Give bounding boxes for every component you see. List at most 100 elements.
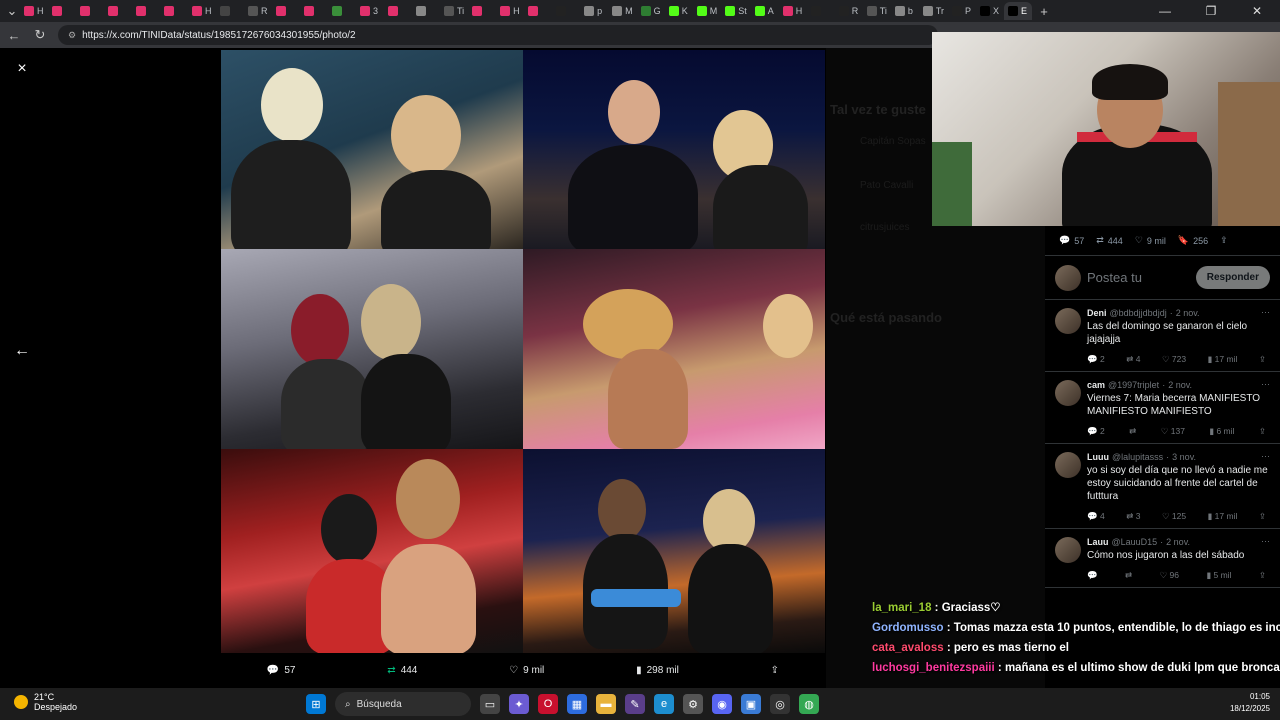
panel-bookmarks[interactable]: 🔖 256 xyxy=(1178,235,1208,246)
comment-item[interactable]: Lauu @LauuD15 · 2 nov. Cómo nos jugaron a la… xyxy=(1045,529,1280,588)
comment-date[interactable]: 2 nov. xyxy=(1166,537,1190,547)
browser-tab[interactable] xyxy=(48,2,76,20)
browser-tab[interactable]: R xyxy=(835,2,863,20)
browser-tab[interactable]: Tr xyxy=(919,2,948,20)
file-explorer-icon[interactable]: ▬ xyxy=(596,694,616,714)
avatar[interactable] xyxy=(1055,537,1081,563)
browser-tab[interactable]: M xyxy=(693,2,722,20)
comment-replies[interactable]: 💬 2 xyxy=(1087,426,1105,437)
chat-username[interactable]: Gordomusso xyxy=(872,622,944,634)
more-options-icon[interactable]: ··· xyxy=(1261,379,1270,389)
browser-tab[interactable]: K xyxy=(665,2,693,20)
avatar[interactable] xyxy=(1055,380,1081,406)
browser-tab[interactable]: M xyxy=(608,2,637,20)
comment-item[interactable]: Deni @bdbdjjdbdjdj · 2 nov. Las del domingo … xyxy=(1045,300,1280,372)
more-options-icon[interactable]: ··· xyxy=(1261,451,1270,461)
browser-tab[interactable] xyxy=(468,2,496,20)
replies-stat[interactable]: 💬 57 xyxy=(267,665,296,676)
browser-tab[interactable] xyxy=(552,2,580,20)
comment-views[interactable]: ▮ 17 mil xyxy=(1208,511,1238,522)
browser-tab[interactable]: G xyxy=(637,2,665,20)
discord-icon[interactable]: ◉ xyxy=(712,694,732,714)
comment-date[interactable]: 2 nov. xyxy=(1168,380,1192,390)
browser-tab[interactable] xyxy=(300,2,328,20)
share-icon[interactable]: ⇪ xyxy=(1259,570,1266,581)
share-icon[interactable]: ⇪ xyxy=(1259,511,1266,522)
reply-input[interactable]: Postea tu xyxy=(1087,270,1190,285)
settings-icon[interactable]: ⚙ xyxy=(683,694,703,714)
comment-likes[interactable]: ♡ 723 xyxy=(1162,354,1186,365)
comment-date[interactable]: 2 nov. xyxy=(1176,308,1200,318)
browser-tab[interactable]: b xyxy=(891,2,919,20)
comment-likes[interactable]: ♡ 96 xyxy=(1160,570,1179,581)
browser-tab[interactable]: Ti xyxy=(863,2,891,20)
share-stat[interactable]: ⇪ xyxy=(771,665,779,676)
browser-tab[interactable]: A xyxy=(751,2,779,20)
comment-reposts[interactable]: ⇄ 3 xyxy=(1126,511,1140,522)
panel-replies[interactable]: 💬 57 xyxy=(1059,235,1084,246)
comment-likes[interactable]: ♡ 125 xyxy=(1162,511,1186,522)
browser-tab[interactable] xyxy=(160,2,188,20)
close-icon[interactable]: × xyxy=(8,55,36,83)
browser-tab[interactable]: H xyxy=(188,2,216,20)
chat-username[interactable]: luchosgi_benitezspaiii xyxy=(872,662,995,674)
comment-likes[interactable]: ♡ 137 xyxy=(1161,426,1185,437)
reply-button[interactable]: Responder xyxy=(1195,266,1270,289)
maximize-button[interactable]: ❐ xyxy=(1188,4,1234,18)
comment-views[interactable]: ▮ 6 mil xyxy=(1209,426,1234,437)
new-tab-button[interactable]: + xyxy=(1036,4,1052,19)
avatar[interactable] xyxy=(1055,308,1081,334)
comment-handle[interactable]: @LauuD15 xyxy=(1112,537,1158,547)
browser-tab[interactable]: E xyxy=(1004,2,1033,20)
avatar[interactable] xyxy=(1055,452,1081,478)
store-icon[interactable]: ▦ xyxy=(567,694,587,714)
browser-tab[interactable] xyxy=(524,2,552,20)
comment-reposts[interactable]: ⇄ xyxy=(1129,426,1136,437)
panel-reposts[interactable]: ⇄ 444 xyxy=(1096,235,1123,246)
browser-tab[interactable]: Ti xyxy=(440,2,468,20)
comment-author[interactable]: cam xyxy=(1087,380,1105,390)
comment-author[interactable]: Lauu xyxy=(1087,537,1109,547)
obs-icon[interactable]: ◎ xyxy=(770,694,790,714)
browser-tab[interactable] xyxy=(104,2,132,20)
share-icon[interactable]: ⇪ xyxy=(1259,354,1266,365)
browser-tab[interactable] xyxy=(272,2,300,20)
browser-tab[interactable]: H xyxy=(779,2,807,20)
minimize-button[interactable]: — xyxy=(1142,4,1188,18)
browser-tab[interactable] xyxy=(76,2,104,20)
browser-tab[interactable] xyxy=(807,2,835,20)
site-info-icon[interactable]: ⚙ xyxy=(68,30,76,41)
browser-tab[interactable]: R xyxy=(244,2,272,20)
copilot-icon[interactable]: ✦ xyxy=(509,694,529,714)
browser-tab[interactable]: St xyxy=(721,2,751,20)
browser-tab[interactable]: H xyxy=(496,2,524,20)
browser-tab[interactable] xyxy=(216,2,244,20)
reload-icon[interactable]: ↻ xyxy=(32,27,48,43)
comment-views[interactable]: ▮ 5 mil xyxy=(1206,570,1231,581)
taskbar-search[interactable]: ⌕ Búsqueda xyxy=(335,692,471,716)
chat-username[interactable]: cata_avaloss xyxy=(872,642,944,654)
chrome-icon[interactable]: ◍ xyxy=(799,694,819,714)
browser-tab[interactable] xyxy=(132,2,160,20)
comment-handle[interactable]: @1997triplet xyxy=(1108,380,1159,390)
browser-tab[interactable] xyxy=(384,2,412,20)
comment-item[interactable]: cam @1997triplet · 2 nov. Viernes 7: Maria b… xyxy=(1045,372,1280,444)
chat-username[interactable]: la_mari_18 xyxy=(872,602,931,614)
windows-start-icon[interactable]: ⊞ xyxy=(306,694,326,714)
comment-views[interactable]: ▮ 17 mil xyxy=(1208,354,1238,365)
browser-tab[interactable] xyxy=(412,2,440,20)
previous-arrow-icon[interactable]: ← xyxy=(8,337,36,365)
task-view-icon[interactable]: ▭ xyxy=(480,694,500,714)
url-field[interactable]: ⚙ https://x.com/TINIData/status/19851726… xyxy=(58,25,938,45)
comment-item[interactable]: Luuu @lalupitasss · 3 nov. yo si soy del día… xyxy=(1045,444,1280,529)
comment-author[interactable]: Deni xyxy=(1087,308,1107,318)
panel-likes[interactable]: ♡ 9 mil xyxy=(1135,235,1166,246)
comment-author[interactable]: Luuu xyxy=(1087,452,1109,462)
comment-replies[interactable]: 💬 2 xyxy=(1087,354,1105,365)
comment-reposts[interactable]: ⇄ xyxy=(1125,570,1132,581)
more-options-icon[interactable]: ··· xyxy=(1261,536,1270,546)
edge-icon[interactable]: e xyxy=(654,694,674,714)
pen-icon[interactable]: ✎ xyxy=(625,694,645,714)
comment-replies[interactable]: 💬 4 xyxy=(1087,511,1105,522)
comment-date[interactable]: 3 nov. xyxy=(1172,452,1196,462)
